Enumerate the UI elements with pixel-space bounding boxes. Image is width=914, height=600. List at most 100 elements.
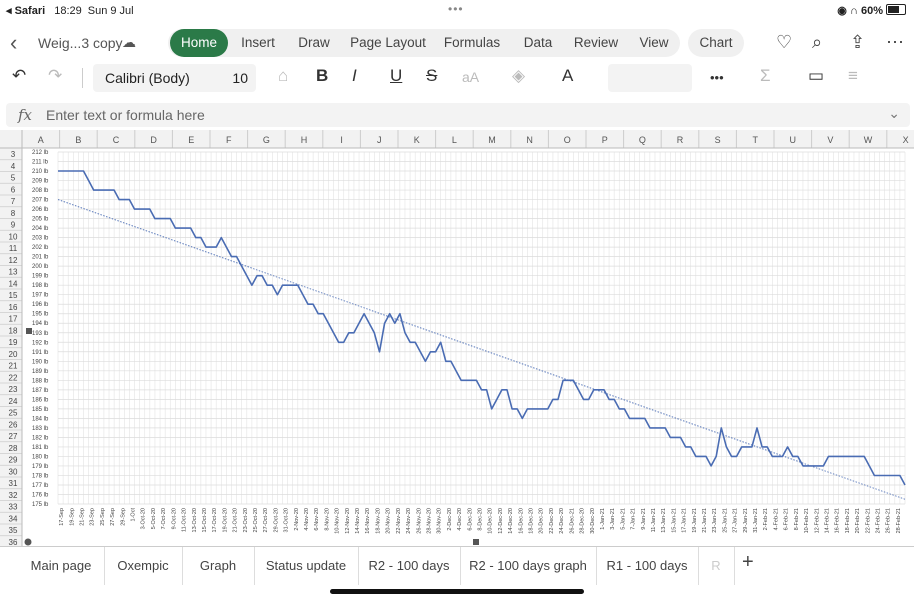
column-header[interactable]: O [564,135,571,145]
column-header[interactable]: Q [639,135,646,145]
row-header[interactable]: 29 [9,456,18,465]
multitask-dots[interactable]: ••• [448,2,464,16]
row-header[interactable]: 35 [9,526,18,535]
fill-color-icon[interactable]: ◈ [512,66,525,86]
column-header[interactable]: K [414,135,420,145]
font-size-grow-button[interactable]: aA [462,69,479,85]
row-header[interactable]: 9 [11,221,16,230]
column-header[interactable]: L [452,135,457,145]
row-header[interactable]: 12 [9,256,18,265]
column-header[interactable]: R [677,135,684,145]
formula-bar[interactable]: fx Enter text or formula here ⌄ [6,103,910,127]
column-header[interactable]: E [188,135,194,145]
tab-draw[interactable]: Draw [292,29,336,57]
cloud-sync-icon[interactable]: ☁ [122,34,136,51]
column-header[interactable]: U [790,135,797,145]
tab-page-layout[interactable]: Page Layout [348,29,428,57]
row-header[interactable]: 3 [11,150,16,159]
row-header[interactable]: 20 [9,350,18,359]
column-header[interactable]: F [226,135,232,145]
row-header[interactable]: 25 [9,409,18,418]
column-header[interactable]: S [715,135,721,145]
column-header[interactable]: N [526,135,533,145]
row-header[interactable]: 24 [9,397,18,406]
row-header[interactable]: 36 [9,538,18,546]
row-header[interactable]: 23 [9,385,18,394]
row-header[interactable]: 6 [11,185,16,194]
sheet-tab-r2-100-days[interactable]: R2 - 100 days [358,547,461,585]
column-header[interactable]: G [263,135,270,145]
italic-button[interactable]: I [352,66,357,86]
column-header[interactable]: P [602,135,608,145]
tab-review[interactable]: Review [572,29,620,57]
chevron-down-icon[interactable]: ⌄ [888,105,900,122]
bold-button[interactable]: B [316,66,328,86]
tab-chart[interactable]: Chart [688,29,744,57]
selection-handle[interactable] [24,538,32,546]
tab-home[interactable]: Home [170,29,228,57]
row-header[interactable]: 7 [11,197,16,206]
column-header[interactable]: J [377,135,382,145]
column-header[interactable]: B [75,135,81,145]
tab-data[interactable]: Data [516,29,560,57]
redo-icon[interactable]: ↷ [48,66,62,86]
search-icon[interactable]: ⌕ [812,32,822,53]
more-button[interactable]: ••• [710,70,724,85]
home-indicator[interactable] [330,589,584,594]
comment-icon[interactable]: ▭ [808,66,824,86]
row-header[interactable]: 8 [11,209,16,218]
column-header[interactable]: W [864,135,873,145]
font-selector[interactable]: Calibri (Body) 10 [93,64,256,92]
sheet-tab-graph[interactable]: Graph [182,547,255,585]
row-header[interactable]: 14 [9,279,18,288]
formula-input[interactable]: Enter text or formula here [46,107,205,123]
selection-handle[interactable] [473,539,479,545]
row-header[interactable]: 27 [9,432,18,441]
add-sheet-icon[interactable]: + [742,551,754,574]
underline-button[interactable]: U [390,66,402,86]
tab-insert[interactable]: Insert [238,29,278,57]
sheet-tab-r2-100-days-graph[interactable]: R2 - 100 days graph [460,547,597,585]
spreadsheet-grid[interactable]: A B C D E F G H I J K L M N O P Q R S T U V W X3456789101112131… [0,130,914,546]
sheet-tab-r[interactable]: R [698,547,735,585]
tab-view[interactable]: View [634,29,674,57]
column-header[interactable]: D [150,135,157,145]
row-header[interactable]: 33 [9,503,18,512]
row-header[interactable]: 26 [9,420,18,429]
row-header[interactable]: 4 [11,162,16,171]
back-to-safari-link[interactable]: ◂ Safari [6,5,45,17]
filter-icon[interactable]: ≡ [848,66,858,86]
row-header[interactable]: 18 [9,326,18,335]
lightbulb-icon[interactable]: ♡ [776,32,792,53]
column-header[interactable]: C [113,135,120,145]
sheet-tab-r1-100-days[interactable]: R1 - 100 days [596,547,699,585]
column-header[interactable]: M [488,135,496,145]
row-header[interactable]: 19 [9,338,18,347]
tab-formulas[interactable]: Formulas [442,29,502,57]
row-header[interactable]: 16 [9,303,18,312]
undo-icon[interactable]: ↶ [12,66,26,86]
strikethrough-button[interactable]: S [426,66,437,86]
format-painter-icon[interactable]: ⌂ [278,66,288,86]
row-header[interactable]: 32 [9,491,18,500]
row-header[interactable]: 22 [9,373,18,382]
column-header[interactable]: A [38,135,44,145]
document-name[interactable]: Weig...3 copy [38,35,123,51]
sheet-tab-main-page[interactable]: Main page [18,547,105,585]
style-box[interactable] [608,64,692,92]
column-header[interactable]: X [903,135,909,145]
share-icon[interactable]: ⇪ [850,32,865,53]
column-header[interactable]: I [340,135,343,145]
row-header[interactable]: 5 [11,174,16,183]
row-header[interactable]: 11 [9,244,18,253]
row-header[interactable]: 30 [9,467,18,476]
row-header[interactable]: 34 [9,514,18,523]
back-chevron-icon[interactable]: ‹ [10,30,17,56]
row-header[interactable]: 17 [9,315,18,324]
font-size[interactable]: 10 [232,64,248,92]
row-header[interactable]: 10 [9,232,18,241]
row-header[interactable]: 21 [9,362,18,371]
column-header[interactable]: V [827,135,833,145]
sheet-tab-status-update[interactable]: Status update [254,547,359,585]
font-color-icon[interactable]: A [562,66,573,86]
